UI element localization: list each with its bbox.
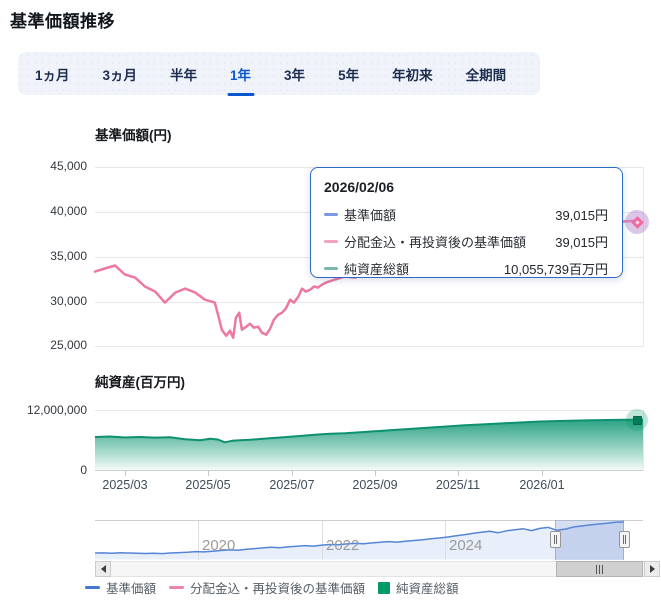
navigator-selected-range[interactable]: [555, 520, 624, 560]
legend-item-reinvested-price[interactable]: 分配金込・再投資後の基準価額: [169, 578, 365, 597]
arrow-left-icon: [100, 565, 106, 573]
asset-area-series: [95, 419, 643, 470]
tooltip-row: 純資産総額 10,055,739百万円: [324, 259, 608, 278]
tooltip-row: 分配金込・再投資後の基準価額 39,015円: [324, 232, 608, 251]
tooltip-value: 10,055,739百万円: [503, 262, 608, 277]
tooltip-label: 基準価額: [344, 208, 397, 223]
legend-label: 基準価額: [106, 582, 157, 596]
navigator-right-handle[interactable]: [618, 531, 630, 548]
legend-square-icon: [378, 581, 391, 594]
chart-legend: 基準価額 分配金込・再投資後の基準価額 純資産総額: [85, 578, 459, 597]
grip-icon: [599, 564, 600, 574]
chart-tooltip: 2026/02/06 基準価額 39,015円 分配金込・再投資後の基準価額 3…: [310, 167, 623, 278]
legend-dash-icon: [85, 586, 100, 589]
navigator-year-label: 2022: [326, 537, 360, 554]
charts-canvas[interactable]: [0, 0, 661, 604]
scrollbar-thumb[interactable]: [556, 561, 643, 577]
tooltip-date: 2026/02/06: [324, 179, 395, 195]
fund-price-chart-panel: 基準価額推移 1ヵ月 3ヵ月 半年 1年 3年 5年 年初来 全期間 基準価額(…: [0, 0, 661, 604]
legend-label: 純資産総額: [396, 582, 459, 596]
legend-item-net-assets[interactable]: 純資産総額: [378, 578, 459, 597]
navigator-left-handle[interactable]: [549, 531, 561, 548]
series-dash-icon: [324, 240, 338, 243]
tooltip-value: 39,015円: [555, 235, 608, 250]
legend-label: 分配金込・再投資後の基準価額: [190, 582, 366, 596]
series-dash-icon: [324, 267, 338, 270]
tooltip-label: 分配金込・再投資後の基準価額: [344, 235, 527, 250]
arrow-right-icon: [649, 565, 655, 573]
scrollbar-right-arrow[interactable]: [644, 561, 660, 577]
scrollbar-left-arrow[interactable]: [95, 561, 111, 577]
navigator-year-label: 2024: [449, 537, 483, 554]
legend-item-price[interactable]: 基準価額: [85, 578, 156, 597]
tooltip-label: 純資産総額: [344, 262, 410, 277]
navigator-year-label: 2020: [202, 537, 236, 554]
tooltip-row: 基準価額 39,015円: [324, 205, 608, 224]
series-dash-icon: [324, 213, 338, 216]
tooltip-value: 39,015円: [555, 208, 608, 223]
legend-dash-icon: [169, 586, 185, 589]
